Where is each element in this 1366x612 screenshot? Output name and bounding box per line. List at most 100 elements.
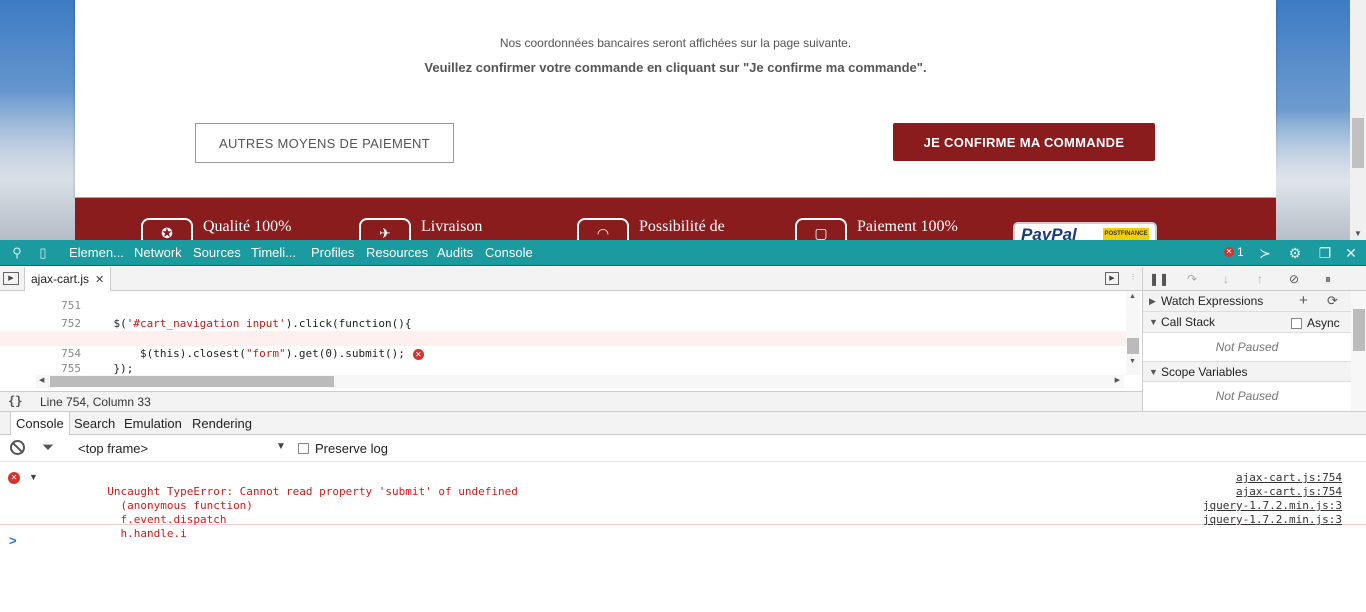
- paypal-logo: PayPal POSTFINANCE: [1013, 222, 1157, 240]
- confirm-order-button[interactable]: JE CONFIRME MA COMMANDE: [893, 123, 1155, 161]
- drawer-tab-rendering[interactable]: Rendering: [187, 412, 257, 435]
- tab-console[interactable]: Console: [485, 245, 533, 260]
- error-counter[interactable]: ✕ 1: [1224, 245, 1244, 259]
- preserve-log-checkbox[interactable]: Preserve log: [298, 441, 388, 456]
- tab-elements[interactable]: Elemen...: [69, 245, 124, 260]
- source-link[interactable]: ajax-cart.js:754: [1236, 485, 1342, 499]
- tab-network[interactable]: Network: [134, 245, 182, 260]
- scroll-right-arrow-icon[interactable]: ▶: [1115, 376, 1120, 384]
- pause-on-exceptions-icon[interactable]: ⏸: [1319, 271, 1337, 287]
- source-link[interactable]: ajax-cart.js:754: [1236, 471, 1342, 485]
- step-out-icon[interactable]: ↑: [1251, 271, 1269, 287]
- checkbox-box[interactable]: [1291, 317, 1302, 329]
- search-icon[interactable]: ⚲: [8, 244, 26, 262]
- feature-quality: ✪ Qualité 100%: [141, 218, 291, 240]
- stack-frame: f.event.dispatch jquery-1.7.2.min.js:3: [0, 499, 1366, 526]
- checkbox-box[interactable]: [298, 443, 309, 454]
- editor-hscroll-thumb[interactable]: [50, 376, 334, 387]
- chevron-down-icon[interactable]: ▼: [276, 441, 286, 452]
- editor-vertical-scrollbar[interactable]: ▲ ▼: [1126, 291, 1140, 375]
- pause-icon[interactable]: ❚❚: [1149, 271, 1169, 287]
- show-debugger-icon[interactable]: ▶: [1105, 272, 1119, 285]
- feature-possibility: ◠ Possibilité de: [577, 218, 725, 240]
- sources-tab-bar: ▶ ajax-cart.js ✕ ▶ ⋮: [0, 267, 1142, 291]
- add-watch-icon[interactable]: +: [1299, 292, 1308, 309]
- code-line-error: 754 $(this).closest("form").get(0).submi…: [0, 331, 1126, 360]
- drawer-tab-bar: Console Search Emulation Rendering: [0, 411, 1366, 435]
- scope-status: Not Paused: [1215, 389, 1279, 403]
- deactivate-breakpoints-icon[interactable]: ⊘: [1285, 271, 1303, 287]
- step-over-icon[interactable]: ↷: [1183, 271, 1201, 287]
- tab-resources[interactable]: Resources: [366, 245, 428, 260]
- watch-expressions-header[interactable]: ▶ Watch Expressions + ⟳: [1143, 291, 1351, 312]
- drawer-tab-console[interactable]: Console: [10, 412, 70, 435]
- devtools-toolbar: ⚲ ▯ Elemen... Network Sources Timeli... …: [0, 240, 1366, 266]
- source-link[interactable]: jquery-1.7.2.min.js:3: [1203, 513, 1342, 527]
- async-checkbox[interactable]: Async: [1291, 316, 1340, 330]
- quality-seal-icon: ✪: [141, 218, 193, 240]
- reassurance-band: ✪ Qualité 100% ✈ Livraison ◠ Possibilité…: [75, 198, 1276, 240]
- step-into-icon[interactable]: ↓: [1217, 271, 1235, 287]
- box-icon: ◠: [577, 218, 629, 240]
- section-label: Scope Variables: [1161, 365, 1248, 379]
- code-line: 755 });: [0, 346, 1126, 375]
- file-tab-ajax-cart[interactable]: ajax-cart.js ✕: [24, 267, 112, 291]
- async-label: Async: [1307, 316, 1340, 330]
- code-line: 752 $('#cart_navigation input').click(fu…: [0, 301, 1126, 330]
- drawer-tab-emulation[interactable]: Emulation: [119, 412, 187, 435]
- close-tab-icon[interactable]: ✕: [95, 273, 104, 286]
- stack-frame-text: h.handle.i: [107, 527, 187, 540]
- frame-selector[interactable]: <top frame>: [78, 441, 148, 456]
- resize-handle-icon[interactable]: ⋮: [1126, 272, 1140, 285]
- collapse-triangle-icon: ▼: [1149, 317, 1158, 327]
- preserve-log-label: Preserve log: [315, 441, 388, 456]
- tab-sources[interactable]: Sources: [193, 245, 241, 260]
- editor-vscroll-thumb[interactable]: [1127, 338, 1139, 354]
- device-mode-icon[interactable]: ▯: [34, 244, 52, 262]
- code-line: 751: [0, 291, 1126, 311]
- debugger-toolbar: ❚❚ ↷ ↓ ↑ ⊘ ⏸: [1143, 267, 1366, 291]
- other-payment-methods-button[interactable]: AUTRES MOYENS DE PAIEMENT: [195, 123, 454, 163]
- web-page-viewport: Nos coordonnées bancaires seront affiché…: [0, 0, 1366, 240]
- debugger-scrollbar-thumb[interactable]: [1353, 309, 1365, 351]
- page-scrollbar[interactable]: ▼: [1350, 0, 1366, 240]
- code-line: 753 $(this).attr('disabled', true).remov…: [0, 316, 1126, 345]
- section-label: Watch Expressions: [1161, 294, 1264, 308]
- clear-console-icon[interactable]: [10, 440, 25, 455]
- scroll-left-arrow-icon[interactable]: ◀: [39, 376, 44, 384]
- editor-horizontal-scrollbar[interactable]: ◀ ▶: [36, 375, 1124, 388]
- postfinance-badge: POSTFINANCE: [1103, 228, 1149, 240]
- globe-plane-icon: ✈: [359, 218, 411, 240]
- scope-variables-header[interactable]: ▼ Scope Variables: [1143, 361, 1351, 382]
- filter-icon[interactable]: ⏷: [42, 439, 54, 456]
- scroll-down-arrow-icon[interactable]: ▼: [1354, 229, 1362, 238]
- tab-audits[interactable]: Audits: [437, 245, 473, 260]
- refresh-icon[interactable]: ⟳: [1327, 293, 1338, 309]
- cursor-position: Line 754, Column 33: [40, 395, 151, 409]
- tab-timeline[interactable]: Timeli...: [251, 245, 296, 260]
- error-icon: ✕: [1224, 247, 1234, 257]
- code-line: 756});: [0, 361, 1126, 371]
- console-drawer-icon[interactable]: ≻: [1256, 244, 1274, 262]
- tab-profiles[interactable]: Profiles: [311, 245, 354, 260]
- feature-label: Qualité 100%: [203, 218, 292, 235]
- show-navigator-icon[interactable]: ▶: [3, 272, 19, 285]
- pretty-print-icon[interactable]: {}: [8, 394, 22, 408]
- gear-icon[interactable]: ⚙: [1286, 244, 1304, 262]
- dock-side-icon[interactable]: ❐: [1316, 244, 1334, 262]
- console-toolbar: ⏷ <top frame> ▼ Preserve log: [0, 436, 1366, 462]
- scroll-down-arrow-icon[interactable]: ▼: [1129, 358, 1136, 365]
- feature-label: Livraison: [421, 218, 483, 235]
- debugger-scrollbar[interactable]: [1351, 291, 1366, 411]
- drawer-tab-search[interactable]: Search: [69, 412, 120, 435]
- call-stack-header[interactable]: ▼ Call Stack Async: [1143, 312, 1351, 333]
- code-editor[interactable]: 751 752 $('#cart_navigation input').clic…: [0, 291, 1142, 391]
- source-link[interactable]: jquery-1.7.2.min.js:3: [1203, 499, 1342, 513]
- feature-payment: ▢ Paiement 100%: [795, 218, 958, 240]
- console-prompt[interactable]: >: [9, 533, 17, 548]
- close-icon[interactable]: ✕: [1342, 244, 1360, 262]
- devtools-panel: ⚲ ▯ Elemen... Network Sources Timeli... …: [0, 240, 1366, 612]
- page-scrollbar-thumb[interactable]: [1352, 118, 1364, 168]
- lock-icon: ▢: [795, 218, 847, 240]
- scroll-up-arrow-icon[interactable]: ▲: [1129, 293, 1136, 300]
